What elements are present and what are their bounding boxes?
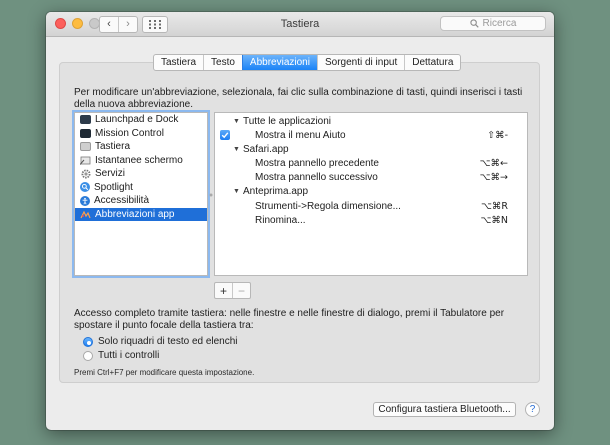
shortcut-keys[interactable]: ⇧⌘- [487,130,508,141]
category-item-accessibility[interactable]: Accessibilità [75,194,207,208]
category-item-keyboard[interactable]: Tastiera [75,140,207,154]
search-field[interactable]: Ricerca [440,16,546,31]
spotlight-icon [80,182,90,193]
title-bar: ‹ › Tastiera Ricerca [46,12,554,37]
add-shortcut-button[interactable]: + [215,283,232,298]
gear-icon [80,169,91,179]
tab-sorgenti-di-input[interactable]: Sorgenti di input [316,55,404,70]
category-label: Tastiera [95,141,131,153]
category-label: Istantanee schermo [95,154,183,166]
group-label: Safari.app [243,143,289,155]
shortcut-row-rename[interactable]: Rinomina... ⌥⌘N [215,213,527,227]
category-label: Spotlight [94,181,133,193]
tab-abbreviazioni[interactable]: Abbreviazioni [241,55,317,70]
launchpad-icon [80,115,91,125]
radio-option-text-boxes[interactable]: Solo riquadri di testo ed elenchi [83,335,238,348]
help-button[interactable]: ? [525,402,540,417]
bluetooth-keyboard-button[interactable]: Configura tastiera Bluetooth... [373,402,516,417]
category-item-screenshots[interactable]: Istantanee schermo [75,154,207,168]
category-item-app-shortcuts[interactable]: Abbreviazioni app [75,207,207,221]
mission-control-icon [80,128,91,138]
category-label: Servizi [95,168,126,180]
group-row-preview[interactable]: ▼ Anteprima.app [215,184,527,198]
remove-shortcut-button[interactable]: − [232,283,250,298]
shortcut-row-help-menu[interactable]: Mostra il menu Aiuto ⇧⌘- [215,128,527,142]
radio-button[interactable] [83,350,93,361]
shortcut-list[interactable]: ▼ Tutte le applicazioni Mostra il menu A… [214,112,528,276]
shortcut-row-adjust-size[interactable]: Strumenti->Regola dimensione... ⌥⌘R [215,199,527,213]
enabled-checkbox[interactable] [220,130,230,140]
group-row-all-apps[interactable]: ▼ Tutte le applicazioni [215,114,527,128]
screenshot-icon [80,156,91,165]
category-item-spotlight[interactable]: Spotlight [75,181,207,195]
shortcut-keys[interactable]: ⌥⌘R [481,201,508,212]
shortcut-name: Rinomina... [255,214,306,226]
shortcut-name: Mostra pannello precedente [255,157,379,169]
checkmark-icon [221,132,229,139]
category-item-mission-control[interactable]: Mission Control [75,127,207,141]
disclosure-triangle-icon[interactable]: ▼ [233,118,240,125]
search-icon [469,19,479,28]
shortcut-row-next-tab[interactable]: Mostra pannello successivo ⌥⌘→ [215,170,527,184]
preferences-window: ‹ › Tastiera Ricerca Tastiera Testo Abbr… [46,12,554,430]
keyboard-icon [80,142,91,152]
tab-testo[interactable]: Testo [203,55,242,70]
category-label: Accessibilità [94,195,150,207]
category-label: Abbreviazioni app [95,208,175,220]
disclosure-triangle-icon[interactable]: ▼ [233,146,240,153]
disclosure-triangle-icon[interactable]: ▼ [233,188,240,195]
group-row-safari[interactable]: ▼ Safari.app [215,142,527,156]
shortcut-name: Strumenti->Regola dimensione... [255,200,401,212]
shortcut-keys[interactable]: ⌥⌘→ [480,172,508,183]
instructions-text: Per modificare un'abbreviazione, selezio… [74,87,523,110]
keyboard-access-description: Accesso completo tramite tastiera: nelle… [74,308,505,331]
tab-tastiera[interactable]: Tastiera [154,55,203,70]
split-handle[interactable] [209,190,213,197]
tab-dettatura[interactable]: Dettatura [404,55,460,70]
app-shortcuts-icon [80,210,91,219]
shortcut-keys[interactable]: ⌥⌘N [480,215,508,226]
group-label: Anteprima.app [243,185,309,197]
shortcut-name: Mostra il menu Aiuto [255,129,346,141]
radio-button-selected[interactable] [83,336,93,347]
radio-label: Solo riquadri di testo ed elenchi [98,336,238,347]
add-remove-control: + − [214,282,251,299]
category-list[interactable]: Launchpad e Dock Mission Control Tastier… [74,112,208,276]
group-label: Tutte le applicazioni [243,115,332,127]
search-placeholder: Ricerca [482,18,517,29]
category-item-services[interactable]: Servizi [75,167,207,181]
shortcut-row-prev-tab[interactable]: Mostra pannello precedente ⌥⌘← [215,156,527,170]
radio-option-all-controls[interactable]: Tutti i controlli [83,349,159,362]
category-item-launchpad[interactable]: Launchpad e Dock [75,113,207,127]
shortcut-keys[interactable]: ⌥⌘← [480,158,508,169]
tab-bar: Tastiera Testo Abbreviazioni Sorgenti di… [153,54,462,71]
accessibility-icon [80,195,90,206]
shortcut-note: Premi Ctrl+F7 per modificare questa impo… [74,368,255,377]
category-label: Launchpad e Dock [95,114,179,126]
category-label: Mission Control [95,127,164,139]
shortcut-name: Mostra pannello successivo [255,171,378,183]
radio-label: Tutti i controlli [98,350,160,361]
